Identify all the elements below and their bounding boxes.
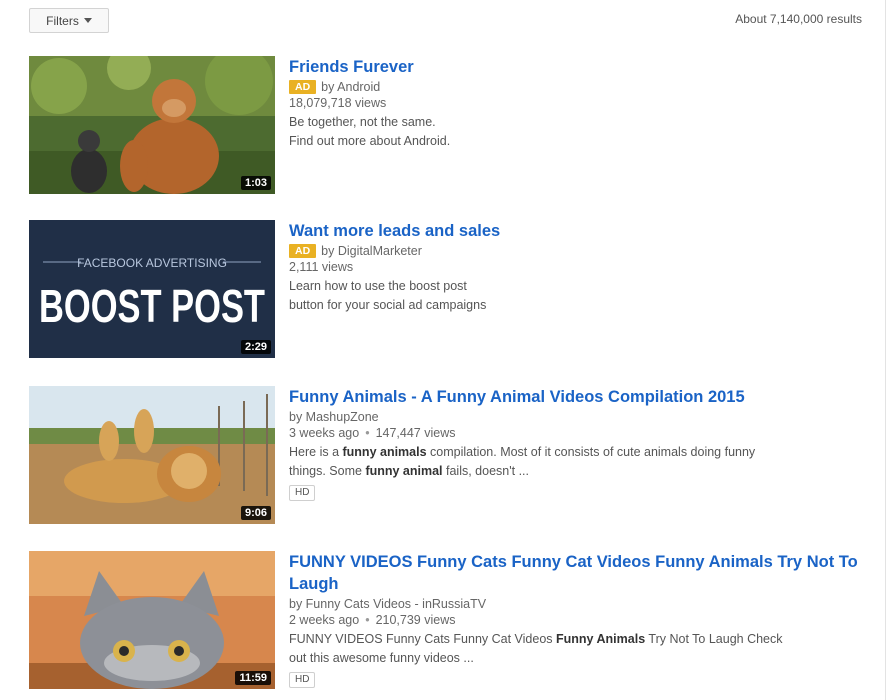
thumbnail-image bbox=[29, 56, 275, 194]
thumbnail-image bbox=[29, 386, 275, 524]
description-line: out this awesome funny videos ... bbox=[289, 651, 474, 665]
description-text: fails, doesn't ... bbox=[442, 464, 529, 478]
description-line: Here is a funny animals compilation. Mos… bbox=[289, 443, 869, 462]
thumbnail-image: FACEBOOK ADVERTISING BOOST POST bbox=[29, 220, 275, 358]
description-text: Try Not To Laugh Check bbox=[645, 632, 783, 646]
description-text: compilation. Most of it consists of cute… bbox=[426, 445, 756, 459]
view-count: 210,739 views bbox=[375, 613, 456, 627]
video-title-link[interactable]: FUNNY VIDEOS Funny Cats Funny Cat Videos… bbox=[289, 551, 869, 595]
video-byline: by Funny Cats Videos - inRussiaTV bbox=[289, 596, 869, 612]
thumbnail-image bbox=[29, 551, 275, 689]
thumbnail-big-text: BOOST POST bbox=[39, 280, 265, 332]
video-result: 11:59 FUNNY VIDEOS Funny Cats Funny Cat … bbox=[0, 551, 880, 700]
caret-down-icon bbox=[83, 18, 92, 23]
description-text: Here is a bbox=[289, 445, 343, 459]
separator-dot: • bbox=[365, 613, 370, 627]
upload-age: 2 weeks ago bbox=[289, 613, 360, 627]
description-text: things. Some bbox=[289, 464, 366, 478]
description-line: Learn how to use the boost post bbox=[289, 279, 467, 293]
video-duration: 1:03 bbox=[240, 176, 271, 190]
video-thumbnail[interactable]: 1:03 bbox=[29, 56, 275, 194]
video-byline: by MashupZone bbox=[289, 409, 869, 425]
video-meta: FUNNY VIDEOS Funny Cats Funny Cat Videos… bbox=[289, 551, 869, 688]
video-thumbnail[interactable]: FACEBOOK ADVERTISING BOOST POST 2:29 bbox=[29, 220, 275, 358]
video-meta: Want more leads and sales AD by DigitalM… bbox=[289, 220, 869, 315]
channel-link[interactable]: by Android bbox=[321, 79, 380, 95]
separator-dot: • bbox=[365, 426, 370, 440]
search-results-page: Filters About 7,140,000 results 1:03 Fri… bbox=[0, 0, 886, 700]
video-title-link[interactable]: Funny Animals - A Funny Animal Videos Co… bbox=[289, 386, 869, 408]
video-thumbnail[interactable]: 9:06 bbox=[29, 386, 275, 524]
video-result: 9:06 Funny Animals - A Funny Animal Vide… bbox=[0, 386, 880, 536]
title-line: Laugh bbox=[289, 575, 339, 593]
channel-link[interactable]: by MashupZone bbox=[289, 409, 379, 425]
description-line: Be together, not the same. bbox=[289, 115, 436, 129]
results-toolbar: Filters About 7,140,000 results bbox=[0, 0, 880, 40]
description-highlight: Funny Animals bbox=[556, 632, 646, 646]
filters-label: Filters bbox=[46, 13, 79, 28]
description-line: button for your social ad campaigns bbox=[289, 298, 487, 312]
results-count: About 7,140,000 results bbox=[735, 12, 862, 26]
video-title-link[interactable]: Friends Furever bbox=[289, 56, 869, 78]
channel-link[interactable]: by Funny Cats Videos - inRussiaTV bbox=[289, 596, 486, 612]
video-thumbnail[interactable]: 11:59 bbox=[29, 551, 275, 689]
video-byline: AD by Android bbox=[289, 79, 869, 95]
description-line: things. Some funny animal fails, doesn't… bbox=[289, 462, 869, 481]
video-description: Learn how to use the boost post button f… bbox=[289, 277, 869, 315]
video-byline: AD by DigitalMarketer bbox=[289, 243, 869, 259]
thumbnail-small-text: FACEBOOK ADVERTISING bbox=[77, 256, 227, 270]
filters-button[interactable]: Filters bbox=[29, 8, 109, 33]
description-line: Find out more about Android. bbox=[289, 134, 451, 148]
video-stats: 2 weeks ago • 210,739 views bbox=[289, 612, 869, 628]
hd-badge: HD bbox=[289, 672, 316, 688]
ad-badge: AD bbox=[289, 244, 317, 258]
video-result: 1:03 Friends Furever AD by Android 18,07… bbox=[0, 56, 880, 196]
ad-badge: AD bbox=[289, 80, 317, 94]
channel-link[interactable]: by DigitalMarketer bbox=[321, 243, 422, 259]
video-description: Here is a funny animals compilation. Mos… bbox=[289, 443, 869, 481]
video-description: FUNNY VIDEOS Funny Cats Funny Cat Videos… bbox=[289, 630, 869, 668]
video-duration: 11:59 bbox=[235, 671, 271, 685]
video-stats: 3 weeks ago • 147,447 views bbox=[289, 425, 869, 441]
description-highlight: funny animals bbox=[342, 445, 427, 459]
video-result: FACEBOOK ADVERTISING BOOST POST 2:29 Wan… bbox=[0, 220, 880, 360]
view-count: 147,447 views bbox=[375, 426, 456, 440]
description-text: FUNNY VIDEOS Funny Cats Funny Cat Videos bbox=[289, 632, 557, 646]
video-meta: Friends Furever AD by Android 18,079,718… bbox=[289, 56, 869, 151]
video-description: Be together, not the same. Find out more… bbox=[289, 113, 869, 151]
video-title-link[interactable]: Want more leads and sales bbox=[289, 220, 869, 242]
video-meta: Funny Animals - A Funny Animal Videos Co… bbox=[289, 386, 869, 501]
video-duration: 9:06 bbox=[240, 506, 271, 520]
description-highlight: funny animal bbox=[365, 464, 443, 478]
title-line: FUNNY VIDEOS Funny Cats Funny Cat Videos… bbox=[289, 553, 858, 571]
upload-age: 3 weeks ago bbox=[289, 426, 360, 440]
view-count: 18,079,718 views bbox=[289, 96, 387, 110]
hd-badge: HD bbox=[289, 485, 316, 501]
video-duration: 2:29 bbox=[240, 340, 271, 354]
view-count: 2,111 views bbox=[289, 260, 354, 274]
description-line: FUNNY VIDEOS Funny Cats Funny Cat Videos… bbox=[289, 630, 869, 649]
